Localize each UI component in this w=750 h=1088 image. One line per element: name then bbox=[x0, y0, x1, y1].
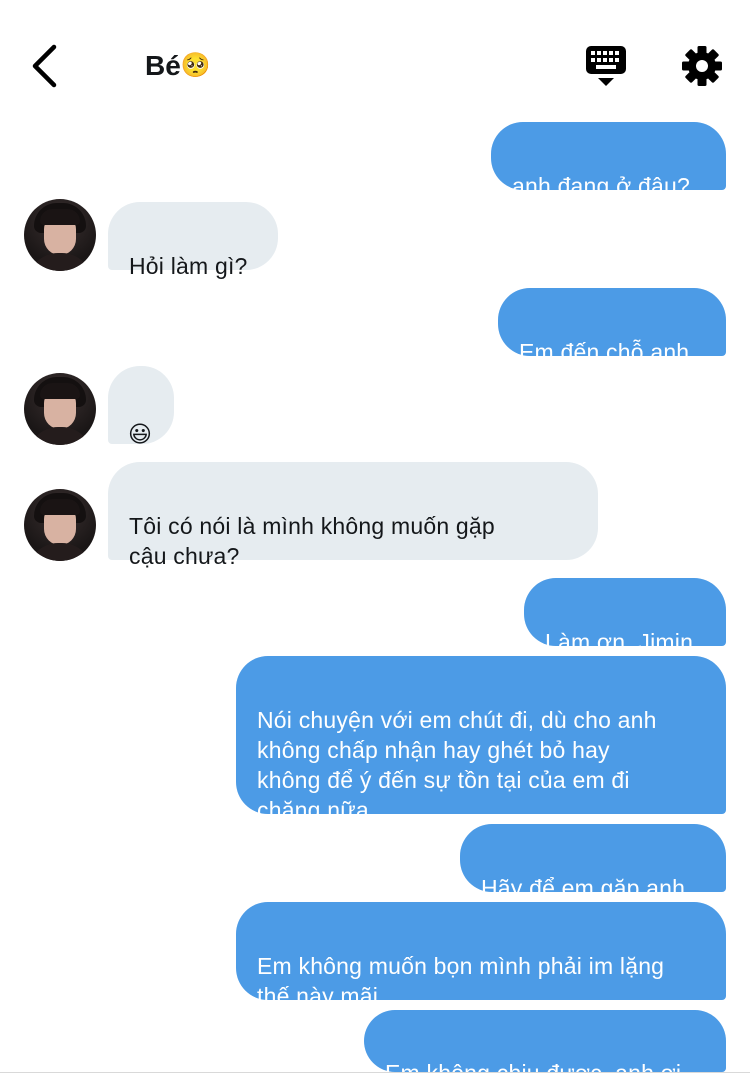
message-bubble-incoming[interactable]: 😃 bbox=[108, 366, 174, 447]
conversation-title: Bé🥺 bbox=[145, 50, 211, 82]
contact-name: Bé bbox=[145, 50, 181, 81]
contact-avatar[interactable] bbox=[24, 489, 96, 561]
message-bubble-outgoing[interactable]: Nói chuyện với em chút đi, dù cho anh kh… bbox=[236, 656, 726, 823]
message-bubble-outgoing[interactable]: Em không chịu được, anh ơi bbox=[364, 1010, 726, 1086]
message-text: Em đến chỗ anh bbox=[519, 339, 690, 365]
back-button[interactable] bbox=[22, 40, 66, 92]
message-text: Em không muốn bọn mình phải im lặng thế … bbox=[257, 953, 665, 1009]
gear-icon bbox=[682, 46, 722, 86]
message-bubble-incoming[interactable]: Tôi có nói là mình không muốn gặp cậu ch… bbox=[108, 462, 598, 569]
contact-avatar[interactable] bbox=[24, 373, 96, 445]
message-bubble-outgoing[interactable]: anh đang ở đâu? bbox=[491, 122, 726, 199]
contact-avatar[interactable] bbox=[24, 199, 96, 271]
message-bubble-outgoing[interactable]: Em không muốn bọn mình phải im lặng thế … bbox=[236, 902, 726, 1009]
message-text: Làm ơn, Jimin bbox=[545, 629, 694, 655]
keyboard-button[interactable] bbox=[584, 44, 628, 88]
message-text: Tôi có nói là mình không muốn gặp cậu ch… bbox=[129, 513, 495, 569]
message-text: Hỏi làm gì? bbox=[129, 253, 248, 279]
pleading-face-emoji: 🥺 bbox=[180, 52, 211, 79]
smiley-emoji: 😃 bbox=[128, 421, 153, 447]
message-text: Nói chuyện với em chút đi, dù cho anh kh… bbox=[257, 707, 657, 823]
message-text: Em không chịu được, anh ơi bbox=[385, 1060, 682, 1086]
message-bubble-outgoing[interactable]: Hãy để em gặp anh bbox=[460, 824, 726, 901]
keyboard-icon bbox=[586, 46, 626, 86]
chevron-left-icon bbox=[32, 44, 57, 88]
message-text: anh đang ở đâu? bbox=[512, 173, 690, 199]
message-bubble-incoming[interactable]: Hỏi làm gì? bbox=[108, 202, 278, 279]
message-bubble-outgoing[interactable]: Em đến chỗ anh bbox=[498, 288, 726, 365]
composer-divider bbox=[0, 1072, 750, 1073]
message-bubble-outgoing[interactable]: Làm ơn, Jimin bbox=[524, 578, 726, 655]
message-text: Hãy để em gặp anh bbox=[481, 875, 686, 901]
chat-header: Bé🥺 bbox=[0, 0, 750, 110]
settings-button[interactable] bbox=[680, 44, 724, 88]
